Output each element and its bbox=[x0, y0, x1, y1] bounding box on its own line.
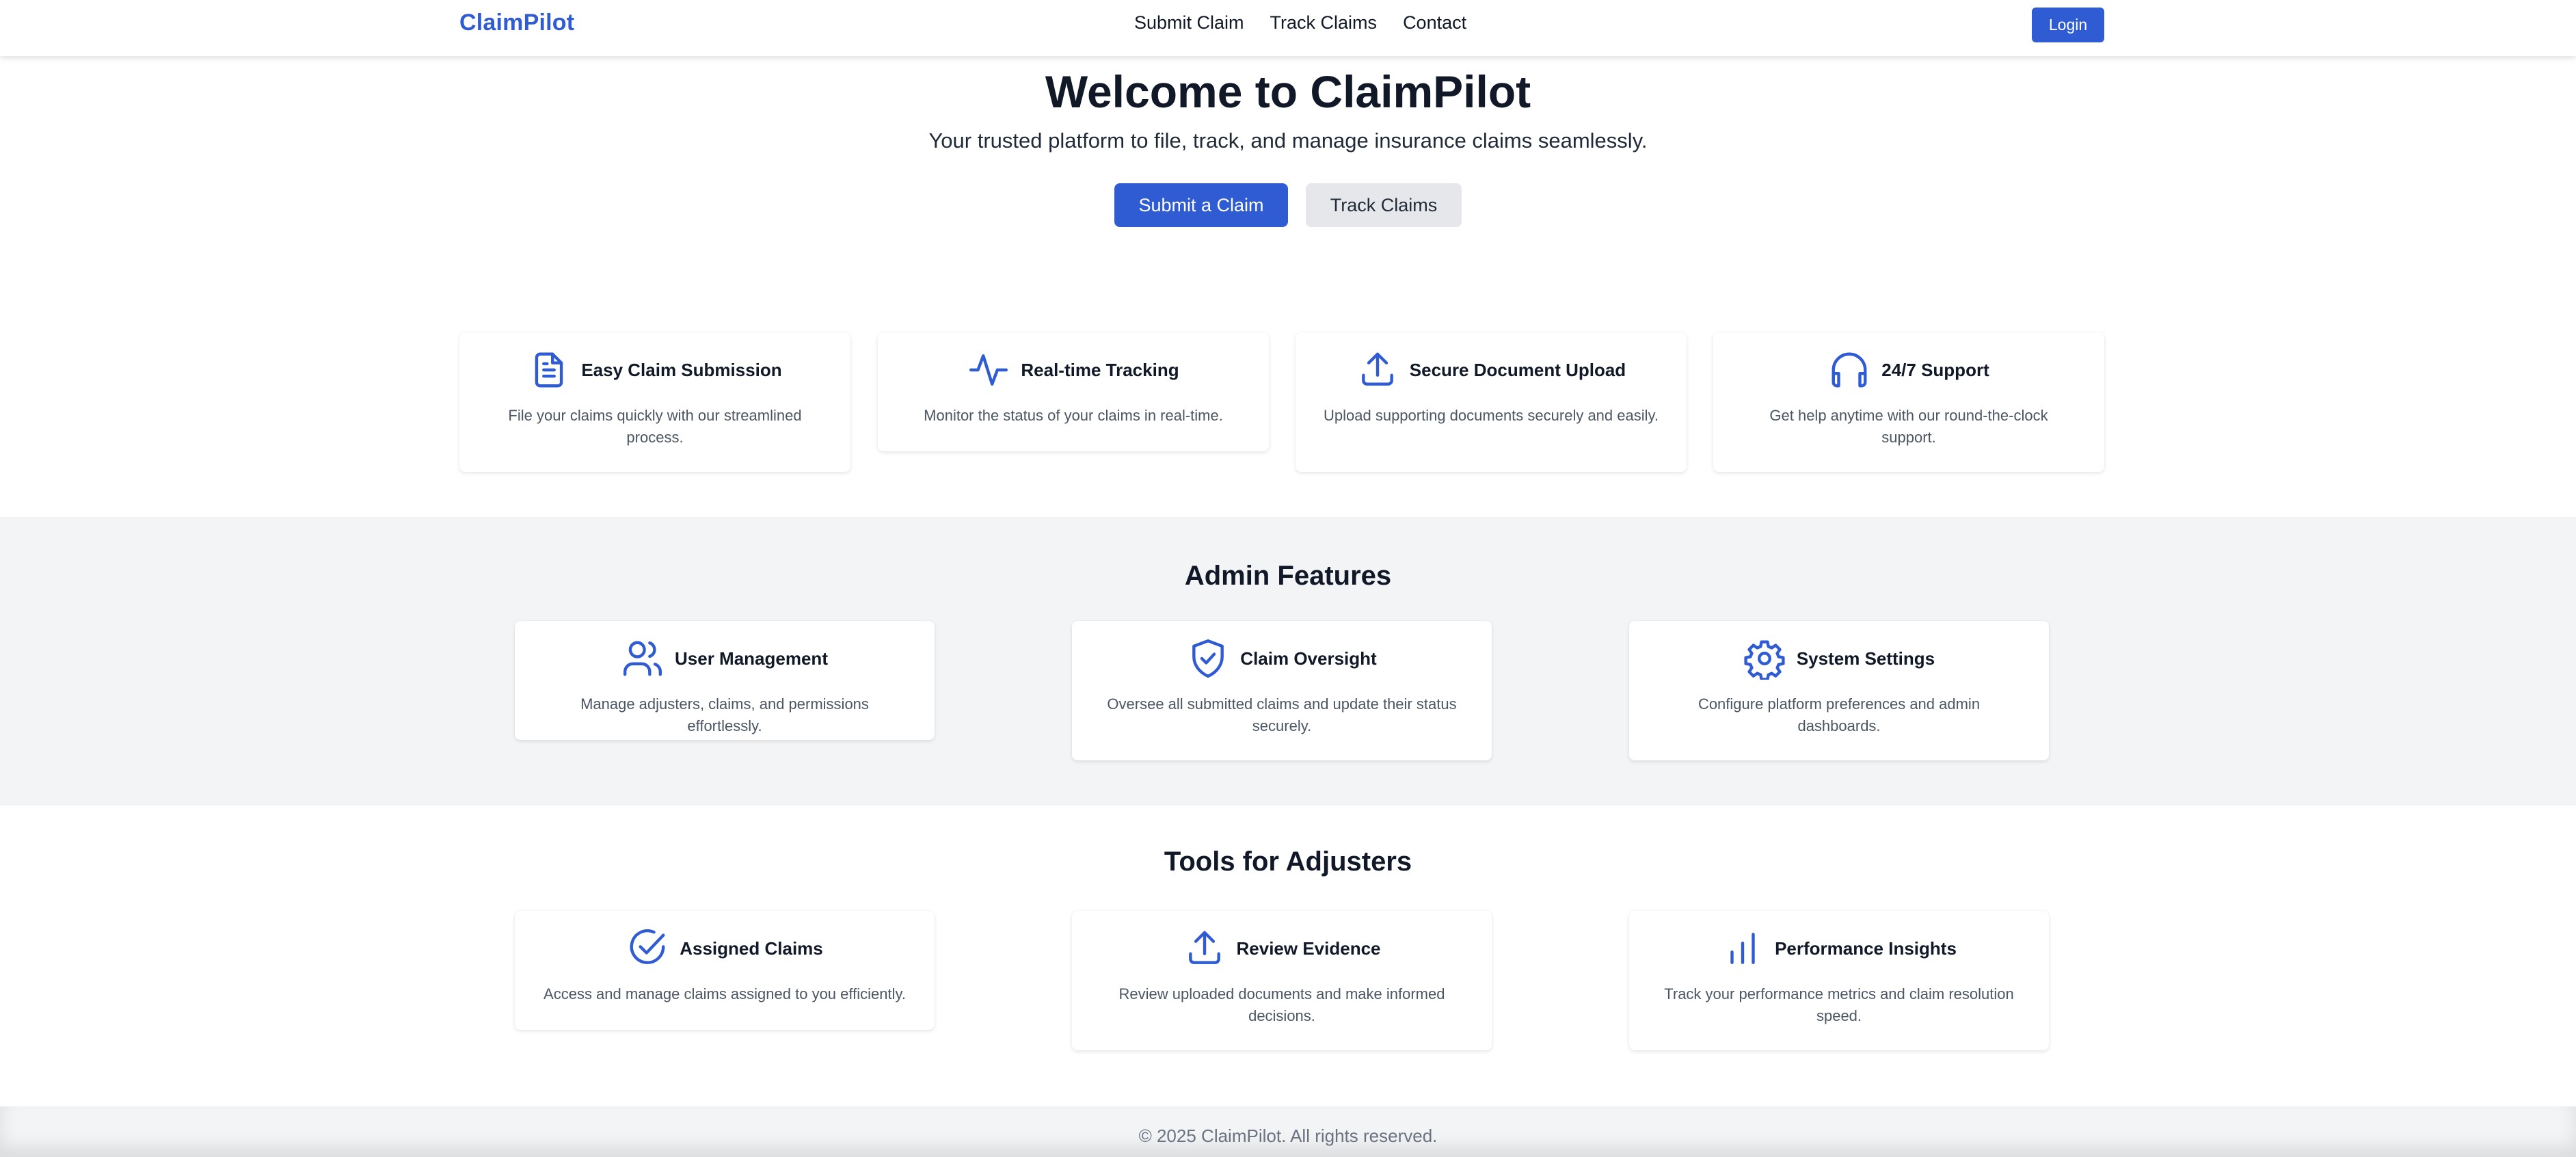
upload-icon bbox=[1188, 931, 1220, 964]
admin-card-claim-oversight: Claim Oversight Oversee all submitted cl… bbox=[1072, 621, 1492, 760]
feature-card-24-7-support: 24/7 Support Get help anytime with our r… bbox=[1713, 332, 2104, 472]
adjuster-card-title: Performance Insights bbox=[1775, 937, 1957, 959]
hero-buttons: Submit a Claim Track Claims bbox=[0, 183, 2576, 227]
document-icon bbox=[535, 352, 563, 388]
gear-icon bbox=[1744, 640, 1785, 680]
nav-contact[interactable]: Contact bbox=[1403, 12, 1466, 34]
adjuster-card-title: Review Evidence bbox=[1236, 937, 1381, 959]
feature-title: 24/7 Support bbox=[1881, 359, 1989, 380]
admin-section-title: Admin Features bbox=[1184, 561, 1392, 591]
activity-icon bbox=[969, 354, 1008, 386]
admin-card-description: Oversee all submitted claims and update … bbox=[1107, 695, 1457, 734]
feature-card-easy-claim-submission: Easy Claim Submission File your claims q… bbox=[459, 332, 850, 472]
adjuster-card-title: Assigned Claims bbox=[680, 937, 823, 959]
feature-card-real-time-tracking: Real-time Tracking Monitor the status of… bbox=[878, 332, 1269, 451]
admin-card-description: Configure platform preferences and admin… bbox=[1698, 695, 1981, 734]
adjusters-section-title: Tools for Adjusters bbox=[1164, 847, 1412, 877]
adjuster-card-description: Access and manage claims assigned to you… bbox=[544, 985, 906, 1002]
feature-description: Upload supporting documents securely and… bbox=[1324, 407, 1659, 424]
navbar: ClaimPilot Submit Claim Track Claims Con… bbox=[0, 0, 2576, 56]
footer-copyright: © 2025 ClaimPilot. All rights reserved. bbox=[1138, 1126, 1438, 1146]
brand-logo[interactable]: ClaimPilot bbox=[459, 10, 574, 36]
admin-card-user-management: User Management Manage adjusters, claims… bbox=[515, 621, 935, 740]
nav-links: Submit Claim Track Claims Contact bbox=[1134, 12, 1466, 34]
feature-title: Secure Document Upload bbox=[1409, 359, 1626, 380]
headphones-icon bbox=[1832, 352, 1867, 388]
feature-description: Monitor the status of your claims in rea… bbox=[924, 407, 1223, 424]
upload-icon bbox=[1361, 352, 1393, 386]
footer: © 2025 ClaimPilot. All rights reserved. bbox=[0, 1106, 2576, 1157]
nav-submit-claim[interactable]: Submit Claim bbox=[1134, 12, 1244, 34]
feature-title: Real-time Tracking bbox=[1021, 359, 1179, 380]
admin-card-description: Manage adjusters, claims, and permission… bbox=[580, 695, 869, 734]
admin-card-title: User Management bbox=[675, 648, 828, 669]
hero-title: Welcome to ClaimPilot bbox=[1045, 66, 1531, 117]
shield-check-icon bbox=[1192, 639, 1224, 678]
nav-track-claims[interactable]: Track Claims bbox=[1270, 12, 1378, 34]
submit-claim-button[interactable]: Submit a Claim bbox=[1114, 183, 1288, 227]
hero-subtitle: Your trusted platform to file, track, an… bbox=[928, 129, 1648, 152]
admin-card-title: System Settings bbox=[1796, 648, 1935, 669]
login-button[interactable]: Login bbox=[2032, 8, 2104, 42]
admin-card-title: Claim Oversight bbox=[1240, 648, 1377, 669]
admin-card-system-settings: System Settings Configure platform prefe… bbox=[1629, 621, 2049, 760]
feature-description: File your claims quickly with our stream… bbox=[508, 407, 802, 446]
adjuster-card-assigned-claims: Assigned Claims Access and manage claims… bbox=[515, 911, 935, 1030]
adjuster-card-performance-insights: Performance Insights Track your performa… bbox=[1629, 911, 2049, 1050]
adjuster-card-review-evidence: Review Evidence Review uploaded document… bbox=[1072, 911, 1492, 1050]
adjuster-card-description: Track your performance metrics and claim… bbox=[1664, 985, 2014, 1024]
feature-description: Get help anytime with our round-the-cloc… bbox=[1769, 407, 2048, 446]
track-claims-button[interactable]: Track Claims bbox=[1306, 183, 1462, 227]
users-icon bbox=[623, 641, 662, 676]
feature-card-secure-document-upload: Secure Document Upload Upload supporting… bbox=[1296, 332, 1687, 472]
feature-title: Easy Claim Submission bbox=[581, 359, 782, 380]
adjuster-card-description: Review uploaded documents and make infor… bbox=[1118, 985, 1445, 1024]
bar-chart-icon bbox=[1730, 933, 1755, 964]
check-circle-icon bbox=[630, 929, 665, 964]
